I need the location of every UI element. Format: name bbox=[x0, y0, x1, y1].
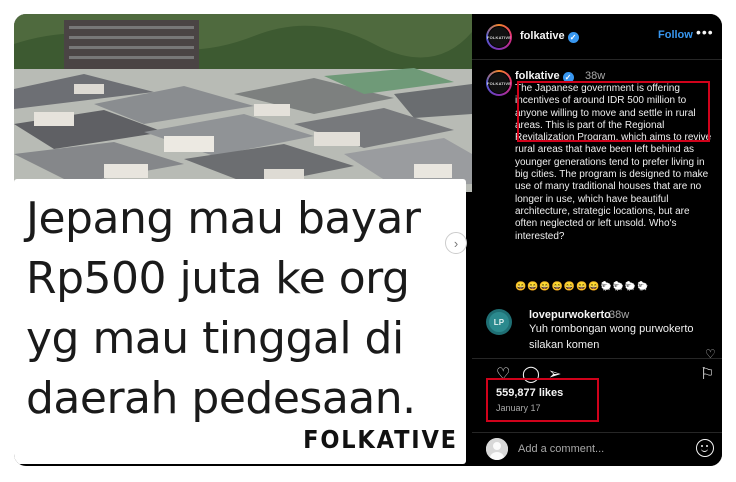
follow-button[interactable]: Follow bbox=[658, 29, 693, 41]
user-icon bbox=[486, 438, 508, 460]
author-username[interactable]: folkative ✓ bbox=[520, 30, 579, 43]
next-image-button[interactable]: › bbox=[445, 232, 467, 254]
image-caption-text: Jepang mau bayar Rp500 juta ke org yg ma… bbox=[26, 193, 421, 424]
reply-author-username[interactable]: lovepurwokerto bbox=[529, 309, 611, 321]
comment-composer bbox=[472, 432, 722, 466]
emoji-icon[interactable] bbox=[696, 439, 714, 457]
post-image: Jepang mau bayar Rp500 juta ke org yg ma… bbox=[14, 14, 472, 466]
reply-avatar-text: LP bbox=[488, 311, 510, 333]
brand-watermark: FOLKATIVE bbox=[303, 425, 458, 454]
instagram-post-window: Jepang mau bayar Rp500 juta ke org yg ma… bbox=[14, 14, 722, 466]
reply-author-avatar[interactable]: LP bbox=[486, 309, 512, 335]
post-header: FOLKATIVE folkative ✓ Follow ••• bbox=[472, 14, 722, 60]
author-avatar[interactable]: FOLKATIVE bbox=[486, 24, 512, 50]
village-illustration bbox=[14, 14, 472, 192]
verified-icon: ✓ bbox=[567, 32, 579, 43]
caption-emojis: 😄😄😄😄😄😄😄🐑🐑🐑🐑 bbox=[515, 281, 650, 291]
reply-text: Yuh rombongan wong purwokerto silakan ko… bbox=[529, 323, 694, 351]
reply-timestamp[interactable]: 38w bbox=[609, 309, 629, 321]
image-caption-panel: Jepang mau bayar Rp500 juta ke org yg ma… bbox=[14, 179, 466, 464]
post-side-panel: FOLKATIVE folkative ✓ Follow ••• FOLKATIV… bbox=[472, 14, 722, 466]
action-bar: ♡ ◯ ➢ ⚐ bbox=[472, 358, 722, 383]
author-username-text: folkative bbox=[520, 30, 565, 42]
add-comment-input[interactable] bbox=[518, 443, 678, 455]
bookmark-icon[interactable]: ⚐ bbox=[700, 364, 714, 384]
village-photo bbox=[14, 14, 472, 192]
author-avatar-text: FOLKATIVE bbox=[487, 26, 511, 48]
more-options-icon[interactable]: ••• bbox=[696, 24, 714, 40]
caption-author-avatar[interactable]: FOLKATIVE bbox=[486, 70, 512, 96]
highlight-box-likes bbox=[486, 378, 599, 422]
caption-avatar-text: FOLKATIVE bbox=[487, 72, 511, 94]
current-user-avatar bbox=[486, 438, 508, 460]
highlight-box-caption bbox=[517, 81, 710, 142]
chevron-right-icon: › bbox=[453, 235, 459, 251]
